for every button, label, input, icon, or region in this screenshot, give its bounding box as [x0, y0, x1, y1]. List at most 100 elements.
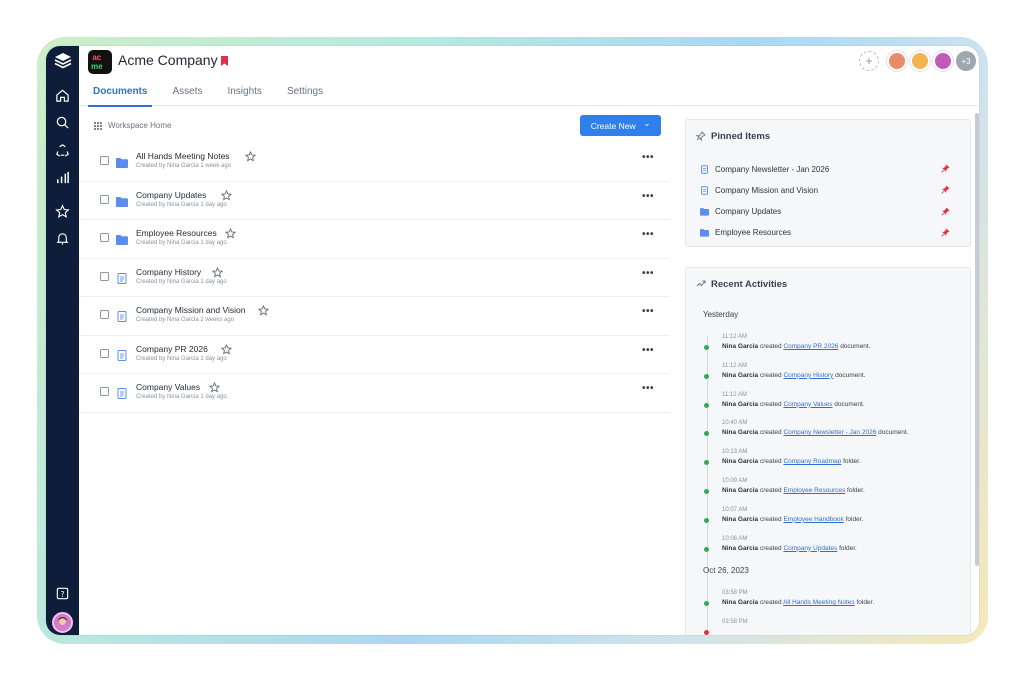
activity-target-link[interactable]: Company PR 2026	[783, 343, 838, 350]
user-avatar[interactable]	[52, 612, 73, 633]
tab-assets[interactable]: Assets	[172, 83, 202, 107]
chart-icon[interactable]	[52, 167, 73, 188]
document-title[interactable]: Company PR 2026	[136, 344, 208, 354]
activity-kind: folder.	[847, 487, 865, 494]
create-new-label: Create New	[590, 120, 636, 131]
app-window: ? ac me Acme Company Documents Assets In…	[46, 46, 979, 635]
more-members-badge[interactable]: +3	[956, 51, 976, 71]
add-member-button[interactable]: +	[859, 51, 879, 71]
document-row[interactable]: Company Updates Created by Nina Garcia 1 …	[79, 182, 670, 220]
activity-verb: created	[759, 544, 782, 552]
row-checkbox[interactable]	[100, 194, 109, 204]
activity-user: Nina Garcia	[722, 371, 759, 379]
pinned-item[interactable]: Company Updates	[700, 205, 950, 219]
bookmark-icon[interactable]	[221, 56, 228, 66]
star-icon[interactable]	[52, 201, 73, 222]
activity-target-link[interactable]: Company History	[783, 372, 833, 379]
breadcrumb[interactable]: Workspace Home	[94, 121, 171, 130]
document-meta: Created by Nina Garcia 1 day ago	[136, 394, 227, 400]
member-avatar[interactable]	[933, 51, 953, 71]
more-options-button[interactable]: •••	[642, 191, 654, 202]
activity-time: 11:12 AM	[722, 334, 747, 340]
unpin-icon[interactable]	[941, 185, 950, 194]
home-icon[interactable]	[52, 85, 73, 106]
app-logo-icon[interactable]	[50, 48, 75, 73]
row-checkbox[interactable]	[100, 310, 109, 319]
timeline-dot	[704, 373, 709, 379]
activity-kind: folder.	[839, 544, 857, 552]
activity-target-link[interactable]: All Hands Meeting Notes	[783, 599, 855, 606]
bell-icon[interactable]	[52, 228, 73, 249]
document-title[interactable]: Company Mission and Vision	[136, 305, 245, 315]
activity-kind: document.	[878, 429, 909, 437]
pinned-item-label: Company Newsletter - Jan 2026	[715, 164, 830, 174]
activity-target-link[interactable]: Company Values	[783, 401, 832, 408]
document-title[interactable]: Company Updates	[136, 190, 206, 200]
star-icon[interactable]	[244, 149, 257, 162]
timeline-dot	[704, 489, 709, 494]
activity-verb: created	[759, 599, 782, 607]
document-row[interactable]: All Hands Meeting Notes Created by Nina G…	[79, 143, 670, 182]
activity-target-link[interactable]: Employee Resources	[783, 487, 845, 494]
star-icon[interactable]	[211, 265, 224, 277]
star-icon[interactable]	[224, 226, 237, 239]
search-icon[interactable]	[52, 112, 73, 133]
row-checkbox[interactable]	[100, 271, 109, 281]
pinned-item[interactable]: Company Mission and Vision	[700, 183, 950, 197]
tab-insights[interactable]: Insights	[227, 83, 261, 107]
activity-target-link[interactable]: Company Updates	[783, 545, 837, 552]
document-row[interactable]: Company Mission and Vision Created by Nin…	[79, 297, 670, 336]
star-icon[interactable]	[257, 303, 270, 316]
document-title[interactable]: All Hands Meeting Notes	[136, 151, 230, 161]
unpin-icon[interactable]	[941, 228, 950, 237]
tab-settings[interactable]: Settings	[287, 83, 323, 107]
row-checkbox[interactable]	[100, 156, 109, 165]
activity-verb: created	[759, 515, 782, 523]
document-icon	[700, 164, 709, 174]
member-avatar[interactable]	[887, 51, 907, 71]
document-icon	[116, 386, 128, 399]
unpin-icon[interactable]	[941, 164, 950, 173]
activity-time: 10:09 AM	[722, 478, 748, 484]
document-icon	[116, 309, 128, 322]
activity-time: 10:06 AM	[722, 535, 748, 542]
activity-date-heading: Oct 26, 2023	[703, 566, 749, 576]
scrollbar[interactable]	[975, 113, 979, 566]
document-row[interactable]: Employee Resources Created by Nina Garcia…	[79, 220, 670, 259]
more-options-button[interactable]: •••	[642, 229, 654, 240]
activity-target-link[interactable]: Employee Handbook	[783, 516, 843, 523]
document-title[interactable]: Company History	[136, 267, 201, 277]
document-icon	[700, 186, 709, 195]
member-avatar[interactable]	[910, 51, 930, 71]
activity-target-link[interactable]: Company Roadmap	[783, 458, 841, 465]
more-options-button[interactable]: •••	[642, 345, 654, 356]
recycle-icon[interactable]	[52, 140, 73, 161]
more-options-button[interactable]: •••	[642, 306, 654, 317]
pinned-item[interactable]: Employee Resources	[700, 226, 950, 240]
pinned-item[interactable]: Company Newsletter - Jan 2026	[700, 162, 950, 176]
star-icon[interactable]	[220, 188, 233, 200]
breadcrumb-label: Workspace Home	[108, 121, 172, 130]
document-meta: Created by Nina Garcia 1 day ago	[136, 240, 227, 246]
document-row[interactable]: Company History Created by Nina Garcia 1 …	[79, 259, 670, 297]
more-options-button[interactable]: •••	[642, 152, 654, 163]
tab-documents[interactable]: Documents	[88, 83, 153, 107]
header: ac me Acme Company Documents Assets Insi…	[79, 46, 979, 107]
document-row[interactable]: Company PR 2026 Created by Nina Garcia 1 …	[79, 336, 670, 374]
row-checkbox[interactable]	[100, 387, 109, 396]
create-new-button[interactable]: Create New ⌄	[580, 115, 661, 136]
row-checkbox[interactable]	[100, 348, 109, 358]
more-options-button[interactable]: •••	[642, 383, 654, 394]
row-checkbox[interactable]	[100, 233, 109, 242]
document-row[interactable]: Company Values Created by Nina Garcia 1 d…	[79, 374, 670, 413]
document-title[interactable]: Company Values	[136, 382, 200, 392]
more-options-button[interactable]: •••	[642, 268, 654, 279]
star-icon[interactable]	[208, 380, 221, 393]
activity-target-link[interactable]: Company Newsletter - Jan 2026	[783, 429, 876, 436]
document-icon	[116, 348, 128, 361]
help-icon[interactable]: ?	[52, 583, 73, 604]
star-icon[interactable]	[220, 342, 233, 354]
grid-icon	[94, 121, 102, 130]
document-title[interactable]: Employee Resources	[136, 228, 217, 238]
unpin-icon[interactable]	[941, 207, 950, 216]
